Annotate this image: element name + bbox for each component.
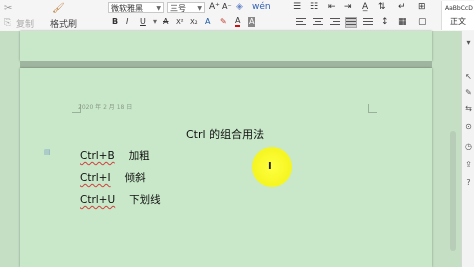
cut-icon[interactable]: ✂ — [4, 3, 12, 14]
share-icon[interactable]: ⇪ — [464, 161, 473, 169]
copy-icon[interactable]: ⎘ — [4, 18, 11, 28]
font-name-select[interactable]: 微软雅黑 ▼ — [108, 2, 164, 13]
style-preview-text: AaBbCcD — [445, 5, 473, 12]
subscript-icon[interactable]: X₂ — [190, 17, 198, 27]
right-task-pane: ▾ ↖ ✎ ⇆ ⊙ ◷ ⇪ ? — [461, 31, 474, 267]
shortcut-key: Ctrl+I — [80, 172, 111, 184]
clear-format-icon[interactable]: ◈ — [236, 2, 243, 12]
header-date: 2020 年 2 月 18 日 — [78, 104, 133, 111]
increase-indent-icon[interactable]: ⇥ — [344, 2, 352, 12]
help-icon[interactable]: ? — [464, 179, 473, 187]
bullet-list-icon[interactable]: ☰ — [293, 2, 301, 12]
font-size-value: 三号 — [170, 4, 186, 13]
shortcut-line-italic[interactable]: Ctrl+I 倾斜 — [80, 170, 146, 185]
align-right-icon[interactable] — [330, 18, 340, 27]
shortcut-key: Ctrl+U — [80, 194, 116, 206]
mouse-highlight — [252, 147, 292, 187]
copy-button[interactable]: 复制 — [16, 17, 34, 30]
shading-icon[interactable]: ▦ — [398, 17, 407, 27]
shortcut-description: 倾斜 — [124, 172, 146, 184]
align-center-icon[interactable] — [313, 18, 323, 27]
format-painter-icon[interactable]: 🖌 — [52, 3, 65, 14]
select-icon[interactable]: ↖ — [464, 73, 473, 81]
text-effect-icon[interactable]: A — [205, 17, 210, 27]
distribute-icon[interactable] — [363, 18, 373, 27]
decrease-indent-icon[interactable]: ⇤ — [328, 2, 336, 12]
borders-icon[interactable]: ⊞ — [418, 2, 426, 12]
style-name-label: 正文 — [450, 17, 466, 26]
font-name-value: 微软雅黑 — [111, 4, 143, 13]
ribbon-toolbar: ✂ ⎘ 复制 🖌 格式刷 微软雅黑 ▼ 三号 ▼ A⁺ A⁻ ◈ wén B I… — [0, 0, 474, 32]
bold-button[interactable]: B — [112, 17, 118, 27]
align-left-icon[interactable] — [296, 18, 306, 27]
chevron-down-icon[interactable]: ▾ — [153, 17, 157, 27]
text-cursor-icon: I — [268, 161, 272, 172]
style-gallery-normal[interactable]: AaBbCcD 正文 — [441, 1, 474, 30]
format-painter-button[interactable]: 格式刷 — [50, 17, 77, 30]
strikethrough-icon[interactable]: A — [163, 17, 168, 27]
navigation-icon[interactable]: ⊙ — [464, 123, 473, 131]
shortcut-description: 加粗 — [128, 150, 150, 162]
grow-font-icon[interactable]: A⁺ — [209, 2, 220, 12]
italic-button[interactable]: I — [126, 17, 128, 27]
margin-corner-top-right — [368, 104, 377, 113]
document-title[interactable]: Ctrl 的组合用法 — [186, 126, 264, 142]
page-gap — [20, 61, 432, 68]
sort-icon[interactable]: ⇅ — [378, 2, 386, 12]
shortcut-line-underline[interactable]: Ctrl+U 下划线 — [80, 192, 161, 207]
shortcut-line-bold[interactable]: Ctrl+B 加粗 — [80, 148, 150, 163]
chevron-down-icon[interactable]: ▾ — [464, 39, 473, 47]
chevron-down-icon: ▼ — [156, 5, 161, 12]
document-canvas[interactable]: 2020 年 2 月 18 日 Ctrl 的组合用法 ▤ Ctrl+B 加粗 Ct… — [0, 31, 461, 267]
properties-icon[interactable]: ⇆ — [464, 105, 473, 113]
phonetic-icon[interactable]: wén — [252, 2, 271, 12]
chinese-layout-icon[interactable]: A̲ — [362, 2, 368, 12]
border-dropdown-icon[interactable]: ▢ — [418, 17, 427, 27]
paragraph-handle-icon[interactable]: ▤ — [44, 148, 51, 156]
show-marks-icon[interactable]: ↵ — [398, 2, 406, 12]
current-page[interactable]: 2020 年 2 月 18 日 Ctrl 的组合用法 ▤ Ctrl+B 加粗 Ct… — [20, 68, 432, 267]
style-pane-icon[interactable]: ✎ — [464, 89, 473, 97]
font-color-button[interactable]: A — [235, 17, 241, 27]
history-icon[interactable]: ◷ — [464, 143, 473, 151]
font-size-select[interactable]: 三号 ▼ — [167, 2, 205, 13]
line-spacing-icon[interactable]: ↕ — [381, 17, 389, 27]
vertical-scrollbar[interactable] — [450, 131, 456, 251]
shortcut-description: 下划线 — [129, 194, 161, 206]
chevron-down-icon: ▼ — [197, 5, 202, 12]
highlight-color-icon[interactable]: ✎ — [220, 17, 227, 27]
numbered-list-icon[interactable]: ☷ — [310, 2, 318, 12]
shortcut-key: Ctrl+B — [80, 150, 115, 162]
shrink-font-icon[interactable]: A⁻ — [222, 2, 232, 12]
char-shading-icon[interactable]: A — [248, 17, 256, 27]
superscript-icon[interactable]: X² — [176, 17, 184, 27]
underline-button[interactable]: U — [140, 17, 146, 27]
justify-icon[interactable] — [345, 17, 357, 28]
previous-page — [20, 31, 432, 61]
